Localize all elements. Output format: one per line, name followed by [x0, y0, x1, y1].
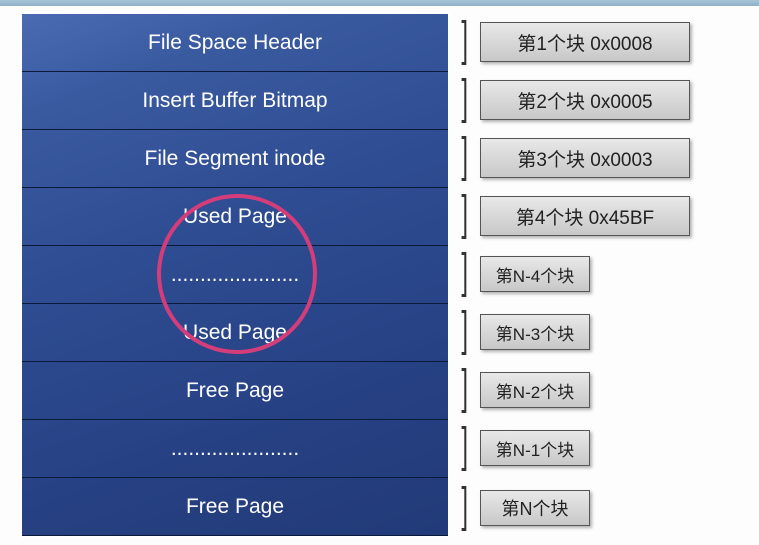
- label-text: 第4个块 0x45BF: [516, 203, 654, 230]
- label-text: 第N-1个块: [496, 436, 574, 461]
- bracket-icon: ]: [461, 74, 468, 122]
- bracket-icon: ]: [461, 306, 468, 354]
- row-label: Used Page: [183, 321, 287, 345]
- label-text: 第N-3个块: [496, 320, 574, 345]
- block-label-n-3: 第N-3个块: [480, 314, 590, 350]
- bracket-icon: ]: [461, 132, 468, 180]
- bracket-icon: ]: [461, 422, 468, 470]
- top-strip: [0, 0, 759, 6]
- row-free-page: Free Page: [22, 478, 448, 536]
- bracket-icon: ]: [461, 16, 468, 64]
- row-label: Insert Buffer Bitmap: [142, 89, 327, 113]
- bracket-icon: ]: [461, 364, 468, 412]
- label-text: 第2个块 0x0005: [517, 87, 652, 114]
- block-label-2: 第2个块 0x0005: [480, 80, 690, 120]
- row-ellipsis: ......................: [22, 420, 448, 478]
- row-file-segment-inode: File Segment inode: [22, 130, 448, 188]
- row-label: File Segment inode: [145, 147, 326, 171]
- row-label: Free Page: [186, 495, 284, 519]
- row-label: File Space Header: [148, 31, 322, 55]
- row-label: ......................: [171, 437, 299, 461]
- row-label: ......................: [171, 263, 299, 287]
- block-label-n-4: 第N-4个块: [480, 256, 590, 292]
- row-insert-buffer-bitmap: Insert Buffer Bitmap: [22, 72, 448, 130]
- row-file-space-header: File Space Header: [22, 14, 448, 72]
- label-text: 第1个块 0x0008: [517, 29, 652, 56]
- block-label-1: 第1个块 0x0008: [480, 22, 690, 62]
- row-used-page: Used Page: [22, 304, 448, 362]
- block-label-n-1: 第N-1个块: [480, 430, 590, 466]
- label-text: 第3个块 0x0003: [517, 145, 652, 172]
- row-used-page: Used Page: [22, 188, 448, 246]
- bracket-icon: ]: [461, 190, 468, 238]
- page-stack: File Space Header Insert Buffer Bitmap F…: [20, 12, 450, 538]
- bracket-icon: ]: [461, 248, 468, 296]
- block-label-4: 第4个块 0x45BF: [480, 196, 690, 236]
- label-text: 第N个块: [502, 495, 569, 521]
- label-text: 第N-4个块: [496, 262, 574, 287]
- block-label-n-2: 第N-2个块: [480, 372, 590, 408]
- label-text: 第N-2个块: [496, 378, 574, 403]
- bracket-icon: ]: [461, 482, 468, 530]
- row-free-page: Free Page: [22, 362, 448, 420]
- row-label: Used Page: [183, 205, 287, 229]
- row-ellipsis: ......................: [22, 246, 448, 304]
- diagram-container: File Space Header Insert Buffer Bitmap F…: [20, 12, 720, 538]
- row-label: Free Page: [186, 379, 284, 403]
- block-label-n: 第N个块: [480, 490, 590, 526]
- block-label-3: 第3个块 0x0003: [480, 138, 690, 178]
